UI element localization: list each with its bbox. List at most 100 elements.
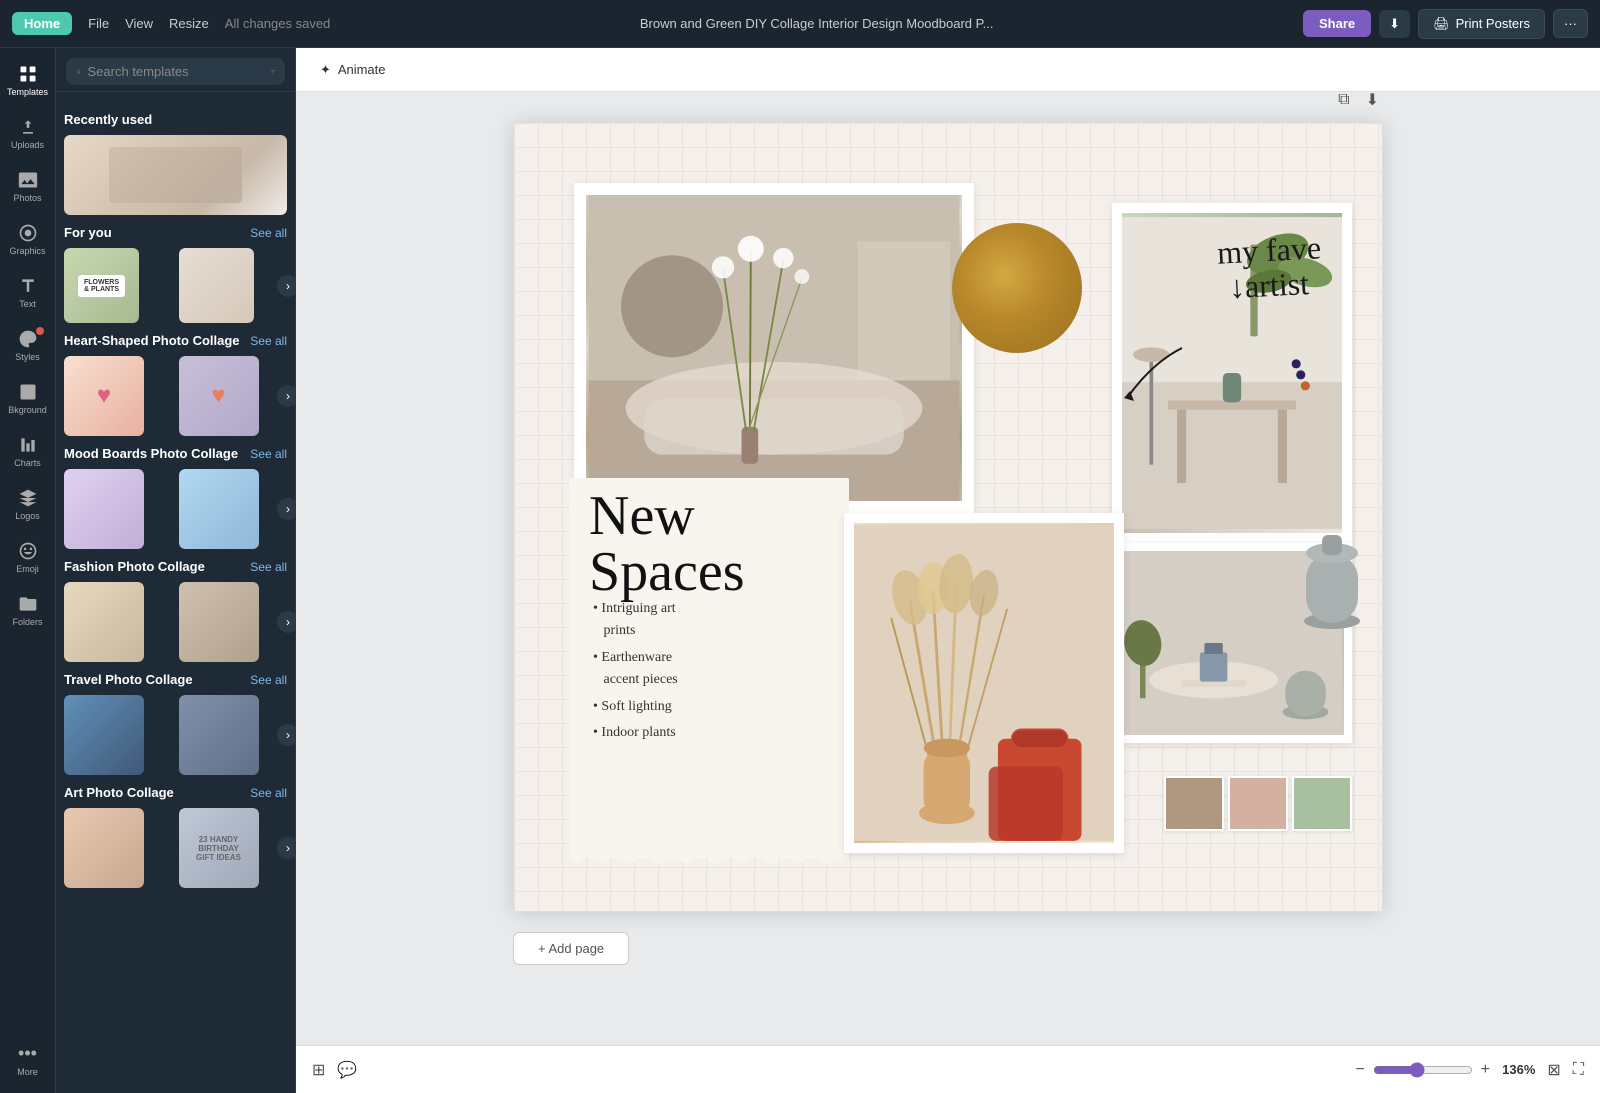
sidebar-item-emoji[interactable]: Emoji [4, 533, 52, 582]
download-button[interactable]: ⬇ [1379, 10, 1410, 38]
for-you-next-button[interactable]: › [277, 275, 295, 297]
fashion-title: Fashion Photo Collage [64, 559, 205, 574]
bottom-right-controls: − + 136% ⊠ ⛶ [1355, 1060, 1584, 1080]
home-button[interactable]: Home [12, 12, 72, 35]
color-swatch-3 [1292, 776, 1352, 831]
art-see-all[interactable]: See all [250, 786, 287, 800]
mood-boards-next-button[interactable]: › [277, 498, 295, 520]
photo-card-right[interactable] [1112, 203, 1352, 543]
template-item[interactable] [64, 469, 144, 549]
sidebar-item-templates[interactable]: Templates [4, 56, 52, 105]
mood-boards-header: Mood Boards Photo Collage See all [64, 446, 287, 461]
printer-icon: 🖨 [1433, 16, 1450, 32]
search-input[interactable] [88, 64, 264, 79]
canvas-top-actions: ⧉ ⬇ [1334, 92, 1383, 114]
heart-shaped-title: Heart-Shaped Photo Collage [64, 333, 240, 348]
fashion-next-button[interactable]: › [277, 611, 295, 633]
view-menu[interactable]: View [125, 16, 153, 31]
art-grid: 23 HANDYBIRTHDAYGIFT IDEAS › [64, 808, 287, 888]
folders-icon [18, 594, 38, 614]
color-swatch-1 [1164, 776, 1224, 831]
art-header: Art Photo Collage See all [64, 785, 287, 800]
sidebar-item-background[interactable]: Bkground [4, 374, 52, 423]
styles-icon [18, 329, 38, 349]
animate-icon: ✦ [320, 62, 331, 77]
torn-paper-section: New Spaces • Intriguing art prints• Eart… [569, 478, 849, 858]
template-item[interactable] [179, 582, 259, 662]
heart-shaped-see-all[interactable]: See all [250, 334, 287, 348]
emoji-icon [18, 541, 38, 561]
template-item[interactable]: 23 HANDYBIRTHDAYGIFT IDEAS [179, 808, 259, 888]
panel-content: Recently used For you See all FLOWERS& P… [56, 92, 295, 1093]
sidebar-item-uploads[interactable]: Uploads [4, 109, 52, 158]
recently-used-template[interactable] [64, 135, 287, 215]
sidebar-item-folders[interactable]: Folders [4, 586, 52, 635]
search-bar[interactable] [66, 58, 285, 85]
animate-button[interactable]: ✦ Animate [312, 58, 394, 82]
canvas-scroll[interactable]: ⧉ ⬇ [296, 92, 1600, 1045]
app-layout: Templates Uploads Photos Graphics Text S… [0, 48, 1600, 1093]
document-title: Brown and Green DIY Collage Interior Des… [338, 16, 1295, 31]
fullscreen-button[interactable]: ⛶ [1573, 1061, 1584, 1079]
zoom-in-button[interactable]: + [1481, 1061, 1490, 1079]
heart-shaped-grid: ♥ ♥ › [64, 356, 287, 436]
canvas-toolbar: ✦ Animate [296, 48, 1600, 92]
topbar: Home File View Resize All changes saved … [0, 0, 1600, 48]
for-you-see-all[interactable]: See all [250, 226, 287, 240]
travel-title: Travel Photo Collage [64, 672, 193, 687]
photo-icon [18, 170, 38, 190]
panel-search [56, 48, 295, 92]
template-item[interactable] [179, 248, 254, 323]
more-button[interactable]: ··· [1553, 9, 1588, 38]
sidebar-item-charts[interactable]: Charts [4, 427, 52, 476]
design-canvas[interactable]: my fave ↓artist [513, 122, 1383, 912]
fit-screen-button[interactable]: ⊠ [1547, 1060, 1560, 1080]
sidebar-item-more[interactable]: ••• More [4, 1035, 52, 1085]
sidebar-item-logos[interactable]: Logos [4, 480, 52, 529]
file-menu[interactable]: File [88, 16, 109, 31]
mood-boards-see-all[interactable]: See all [250, 447, 287, 461]
sidebar-item-graphics[interactable]: Graphics [4, 215, 52, 264]
graphics-icon [18, 223, 38, 243]
fashion-see-all[interactable]: See all [250, 560, 287, 574]
comment-button[interactable]: 💬 [337, 1060, 357, 1080]
zoom-out-button[interactable]: − [1355, 1061, 1364, 1079]
sidebar-item-photos[interactable]: Photos [4, 162, 52, 211]
grid-icon [18, 64, 38, 84]
sidebar-item-styles[interactable]: Styles [4, 321, 52, 370]
template-item[interactable]: ♥ [64, 356, 144, 436]
template-item[interactable]: ♥ [179, 356, 259, 436]
heart-shaped-next-button[interactable]: › [277, 385, 295, 407]
template-item[interactable] [179, 695, 259, 775]
download-canvas-button[interactable]: ⬇ [1362, 92, 1383, 114]
print-button[interactable]: 🖨 Print Posters [1418, 9, 1545, 39]
sidebar-item-text[interactable]: Text [4, 268, 52, 317]
bottom-bar: ⊞ 💬 − + 136% ⊠ ⛶ [296, 1045, 1600, 1093]
zoom-slider[interactable] [1373, 1062, 1473, 1078]
add-page-button[interactable]: + Add page [513, 932, 629, 965]
photo-card-boho[interactable] [844, 513, 1124, 853]
art-title: Art Photo Collage [64, 785, 174, 800]
template-item[interactable] [64, 695, 144, 775]
art-next-button[interactable]: › [277, 837, 295, 859]
upload-icon [18, 117, 38, 137]
saved-status: All changes saved [225, 16, 331, 31]
copy-canvas-button[interactable]: ⧉ [1334, 92, 1353, 114]
grid-view-button[interactable]: ⊞ [312, 1060, 325, 1080]
template-item[interactable] [64, 582, 144, 662]
template-item[interactable] [179, 469, 259, 549]
travel-see-all[interactable]: See all [250, 673, 287, 687]
fashion-grid: › [64, 582, 287, 662]
photo-boho [854, 523, 1114, 843]
travel-next-button[interactable]: › [277, 724, 295, 746]
template-item[interactable]: FLOWERS& PLANTS [64, 248, 139, 323]
resize-menu[interactable]: Resize [169, 16, 209, 31]
fashion-header: Fashion Photo Collage See all [64, 559, 287, 574]
bottom-left-controls: ⊞ 💬 [312, 1060, 357, 1080]
more-dots-icon: ••• [18, 1043, 37, 1064]
share-button[interactable]: Share [1303, 10, 1371, 37]
recently-used-header: Recently used [64, 112, 287, 127]
topbar-actions: Share ⬇ 🖨 Print Posters ··· [1303, 9, 1588, 39]
photo-card-main[interactable] [574, 183, 974, 513]
template-item[interactable] [64, 808, 144, 888]
